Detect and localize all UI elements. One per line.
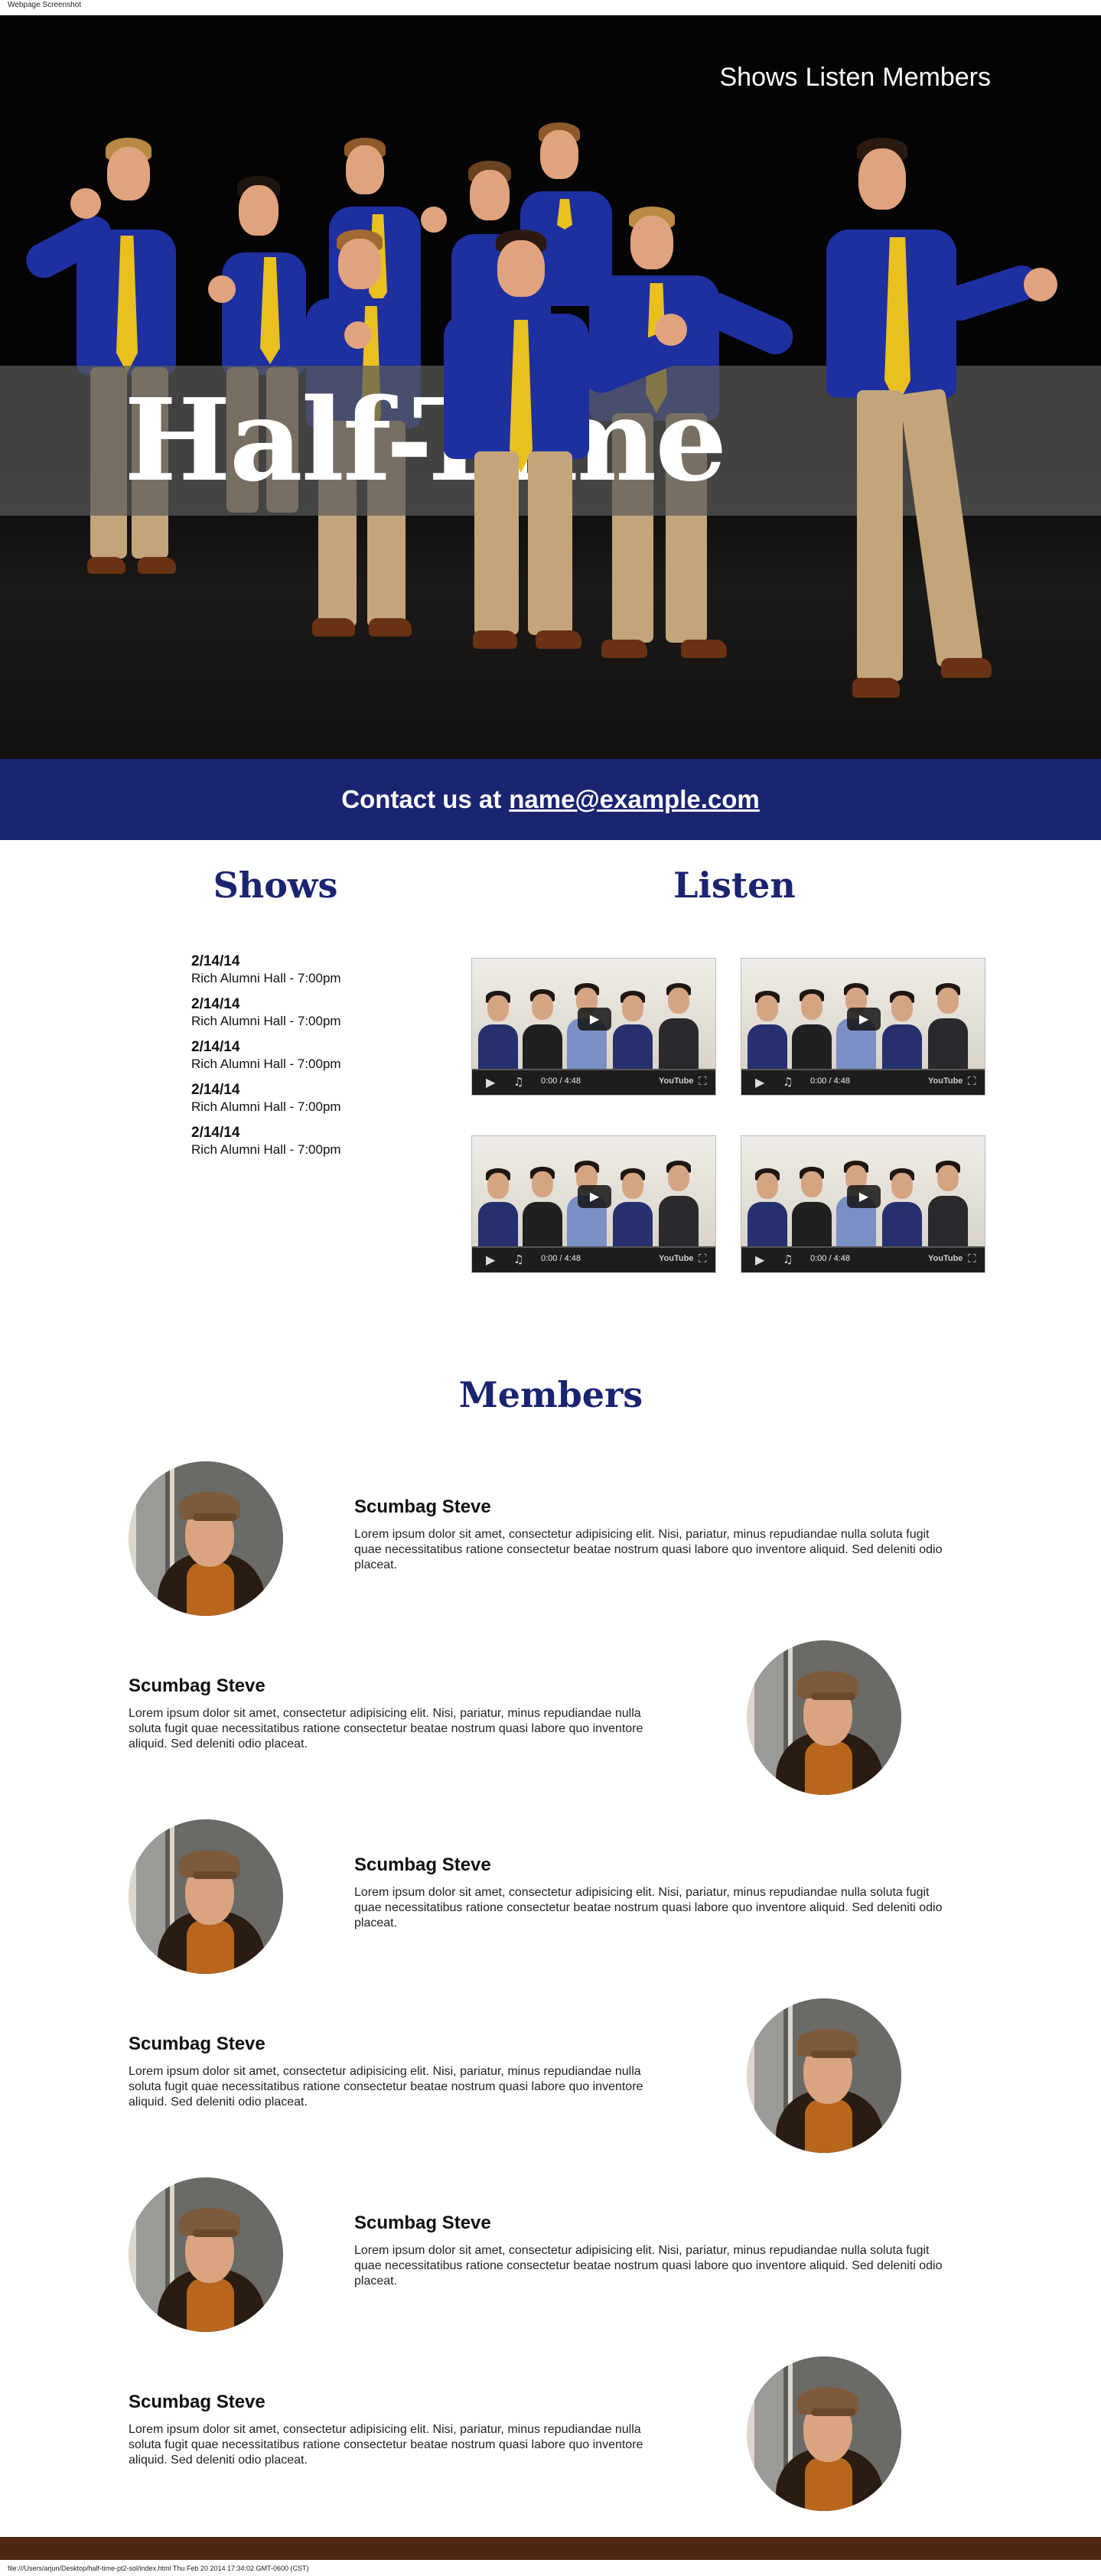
play-icon[interactable]: ▶ <box>486 1252 495 1267</box>
video-time: 0:00 / 4:48 <box>541 1076 581 1086</box>
youtube-logo[interactable]: YouTube <box>928 1076 963 1086</box>
list-item: 2/14/14 Rich Alumni Hall - 7:00pm <box>191 996 436 1039</box>
main-nav: Shows Listen Members <box>720 63 992 93</box>
listen-heading: Listen <box>673 865 796 906</box>
list-item: 2/14/14 Rich Alumni Hall - 7:00pm <box>191 1039 436 1082</box>
volume-icon[interactable]: ♫ <box>513 1075 523 1089</box>
show-date: 2/14/14 <box>191 996 240 1012</box>
video-player[interactable]: ▶ ▶ ♫ 0:00 / 4:48 YouTube ⛶ <box>471 958 716 1096</box>
play-icon[interactable]: ▶ <box>578 1008 611 1031</box>
hero-banner: Shows Listen Members Half-Time <box>0 15 1101 759</box>
contact-banner: Contact us at name@example.com <box>0 759 1101 840</box>
video-controls: ▶ ♫ 0:00 / 4:48 YouTube ⛶ <box>741 1070 985 1095</box>
member-avatar <box>747 1640 901 1795</box>
play-icon[interactable]: ▶ <box>578 1185 611 1208</box>
performer-figure <box>811 138 1057 750</box>
fullscreen-icon[interactable]: ⛶ <box>699 1074 707 1088</box>
video-player[interactable]: ▶ ▶ ♫ 0:00 / 4:48 YouTube ⛶ <box>741 958 985 1096</box>
show-venue: Rich Alumni Hall - 7:00pm <box>191 1099 341 1114</box>
play-icon[interactable]: ▶ <box>486 1075 495 1089</box>
print-footer: file:///Users/arjun/Desktop/half-time-pt… <box>8 2565 309 2572</box>
member-bio: Lorem ipsum dolor sit amet, consectetur … <box>354 1886 943 1930</box>
video-player[interactable]: ▶ ▶ ♫ 0:00 / 4:48 YouTube ⛶ <box>471 1135 716 1273</box>
video-player[interactable]: ▶ ▶ ♫ 0:00 / 4:48 YouTube ⛶ <box>741 1135 985 1273</box>
performer-figure <box>428 230 704 689</box>
list-item: 2/14/14 Rich Alumni Hall - 7:00pm <box>191 1082 436 1125</box>
fullscreen-icon[interactable]: ⛶ <box>968 1252 976 1265</box>
member-bio: Lorem ipsum dolor sit amet, consectetur … <box>354 1528 943 1571</box>
member-bio: Lorem ipsum dolor sit amet, consectetur … <box>354 2244 943 2288</box>
member-bio: Lorem ipsum dolor sit amet, consectetur … <box>129 1707 643 1750</box>
video-controls: ▶ ♫ 0:00 / 4:48 YouTube ⛶ <box>472 1248 715 1272</box>
nav-link-listen[interactable]: Listen <box>806 63 875 93</box>
list-item: 2/14/14 Rich Alumni Hall - 7:00pm <box>191 1125 436 1168</box>
member-name: Scumbag Steve <box>354 1496 491 1517</box>
video-time: 0:00 / 4:48 <box>810 1254 851 1263</box>
volume-icon[interactable]: ♫ <box>783 1075 793 1089</box>
play-icon[interactable]: ▶ <box>755 1075 764 1089</box>
shows-list: 2/14/14 Rich Alumni Hall - 7:00pm 2/14/1… <box>191 953 436 1168</box>
show-venue: Rich Alumni Hall - 7:00pm <box>191 971 341 985</box>
show-date: 2/14/14 <box>191 1082 240 1098</box>
play-icon[interactable]: ▶ <box>847 1185 881 1208</box>
play-icon[interactable]: ▶ <box>847 1008 881 1031</box>
play-icon[interactable]: ▶ <box>755 1252 764 1267</box>
member-avatar <box>747 2356 901 2511</box>
fullscreen-icon[interactable]: ⛶ <box>699 1252 707 1265</box>
video-time: 0:00 / 4:48 <box>541 1254 581 1263</box>
footer-bar <box>0 2537 1101 2560</box>
member-avatar <box>747 1998 901 2153</box>
youtube-logo[interactable]: YouTube <box>659 1254 693 1263</box>
member-name: Scumbag Steve <box>129 2034 265 2054</box>
member-name: Scumbag Steve <box>129 1676 265 1696</box>
volume-icon[interactable]: ♫ <box>783 1252 793 1266</box>
video-time: 0:00 / 4:48 <box>810 1076 851 1086</box>
shows-heading: Shows <box>213 865 338 906</box>
fullscreen-icon[interactable]: ⛶ <box>968 1074 976 1088</box>
members-heading: Members <box>458 1374 643 1415</box>
video-controls: ▶ ♫ 0:00 / 4:48 YouTube ⛶ <box>472 1070 715 1095</box>
nav-link-members[interactable]: Members <box>882 63 991 93</box>
youtube-logo[interactable]: YouTube <box>659 1076 693 1086</box>
contact-email-link[interactable]: name@example.com <box>509 785 760 814</box>
youtube-logo[interactable]: YouTube <box>928 1254 963 1263</box>
video-controls: ▶ ♫ 0:00 / 4:48 YouTube ⛶ <box>741 1248 985 1272</box>
list-item: 2/14/14 Rich Alumni Hall - 7:00pm <box>191 953 436 996</box>
print-header: Webpage Screenshot <box>8 1 81 9</box>
contact-prefix: Contact us at <box>341 785 502 813</box>
show-date: 2/14/14 <box>191 953 240 969</box>
member-avatar <box>129 1461 283 1616</box>
show-venue: Rich Alumni Hall - 7:00pm <box>191 1057 341 1071</box>
member-name: Scumbag Steve <box>354 2213 491 2233</box>
show-date: 2/14/14 <box>191 1125 240 1141</box>
member-name: Scumbag Steve <box>129 2392 265 2412</box>
show-date: 2/14/14 <box>191 1039 240 1055</box>
member-bio: Lorem ipsum dolor sit amet, consectetur … <box>129 2065 643 2109</box>
member-avatar <box>129 2177 283 2332</box>
nav-link-shows[interactable]: Shows <box>720 63 798 93</box>
volume-icon[interactable]: ♫ <box>513 1252 523 1266</box>
show-venue: Rich Alumni Hall - 7:00pm <box>191 1142 341 1157</box>
show-venue: Rich Alumni Hall - 7:00pm <box>191 1014 341 1028</box>
member-bio: Lorem ipsum dolor sit amet, consectetur … <box>129 2423 643 2467</box>
member-name: Scumbag Steve <box>354 1855 491 1875</box>
member-avatar <box>129 1819 283 1974</box>
